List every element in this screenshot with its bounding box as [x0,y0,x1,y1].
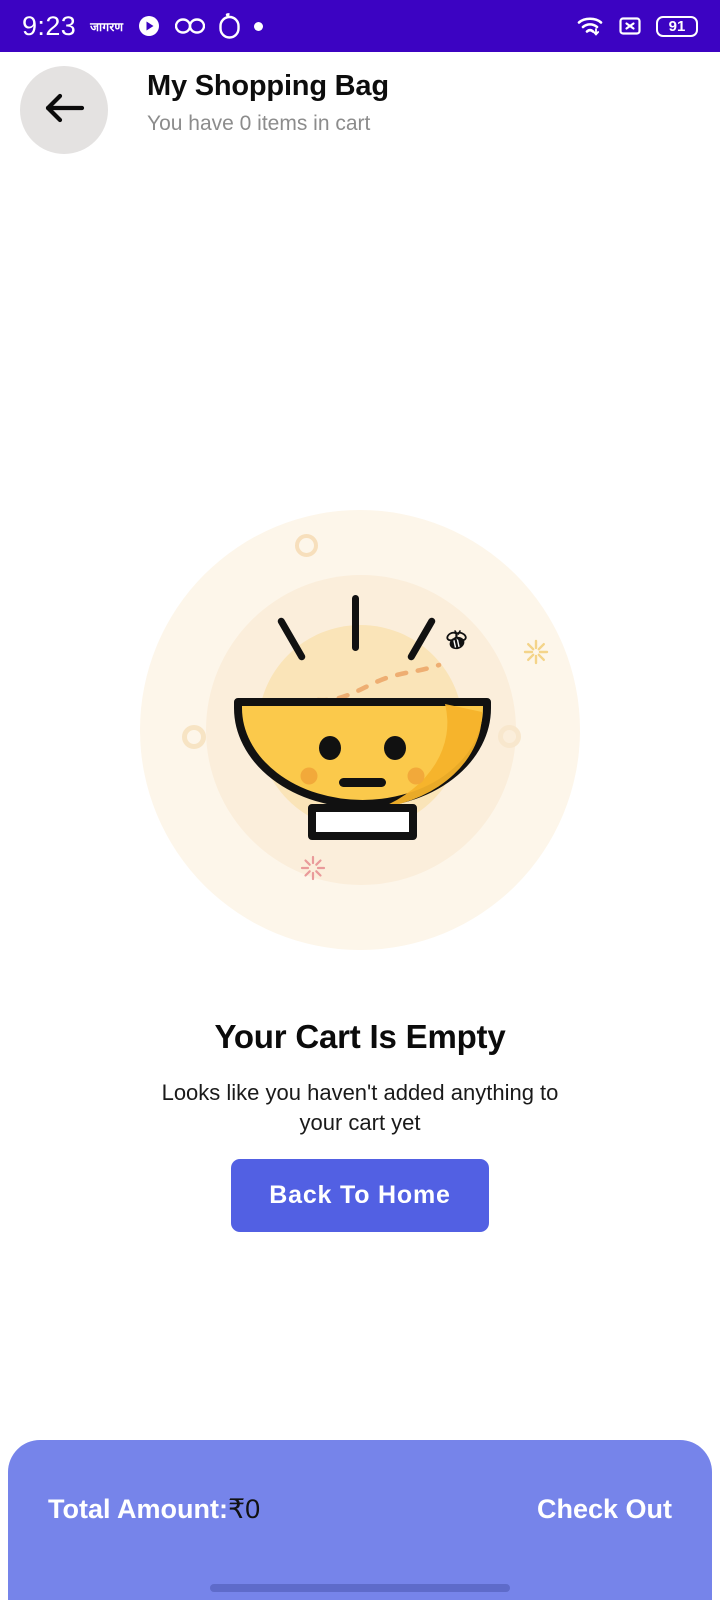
back-button[interactable] [20,66,108,154]
status-bar: 9:23 जागरण 91 [0,0,720,52]
circle-decoration-right [498,725,521,748]
back-to-home-button[interactable]: Back To Home [231,1159,489,1233]
mouse-outline-icon [219,13,241,39]
total-amount-display: Total Amount:₹0 [48,1494,260,1525]
glasses-icon [175,17,206,35]
circle-decoration-top [295,534,318,557]
sparkle-decoration-right [522,638,550,671]
page-header: My Shopping Bag You have 0 items in cart [0,52,720,167]
empty-cart-message: Looks like you haven't added anything to… [161,1080,559,1135]
status-bar-right: 91 [576,14,698,38]
total-amount-value: ₹0 [227,1493,261,1524]
wifi-icon [576,14,604,38]
circle-decoration-left [182,725,206,749]
bowl-icon [230,690,495,880]
empty-bowl-illustration [140,500,580,960]
battery-indicator: 91 [656,15,698,37]
checkout-bar: Total Amount:₹0 Check Out [8,1440,712,1600]
total-amount-label: Total Amount: [48,1493,228,1524]
no-sim-icon [618,14,642,38]
cart-item-count: You have 0 items in cart [147,112,371,135]
empty-cart-title: Your Cart Is Empty [214,1018,506,1055]
dot-icon [254,21,264,31]
back-arrow-icon [42,90,86,131]
status-bar-left: 9:23 जागरण [22,10,264,42]
notification-app-label: जागरण [90,19,124,34]
checkout-button[interactable]: Check Out [537,1494,672,1525]
play-circle-icon [137,14,161,38]
header-titles: My Shopping Bag You have 0 items in cart [147,70,389,136]
empty-cart-section: Your Cart Is Empty Looks like you haven'… [0,500,720,1233]
gesture-nav-bar[interactable] [210,1584,510,1592]
status-time: 9:23 [22,10,77,41]
bee-icon [442,628,472,661]
page-title: My Shopping Bag [147,70,389,102]
steam-line-center [352,595,359,651]
app-screen: 9:23 जागरण 91 My Shopping Bag You have 0… [0,0,720,1600]
